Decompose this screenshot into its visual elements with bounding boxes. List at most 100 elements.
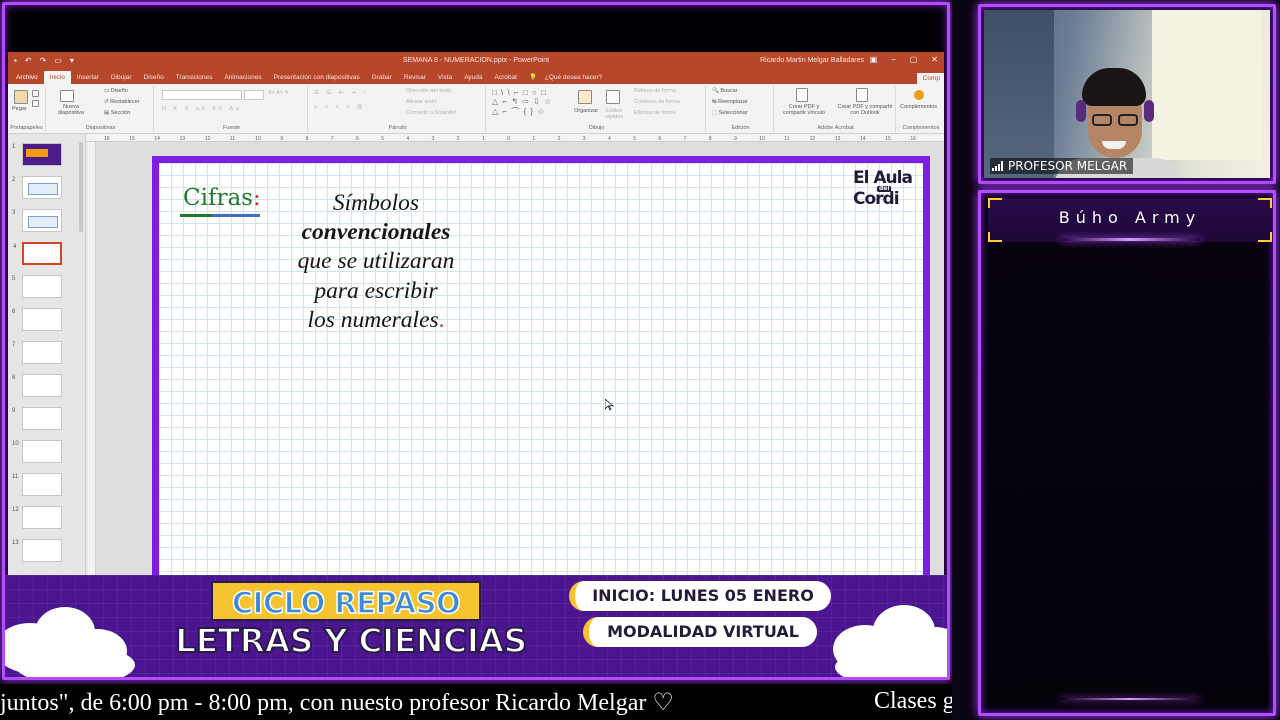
modalidad-pill: MODALIDAD VIRTUAL [583, 617, 817, 647]
reset-button[interactable]: ↺ Restablecer [104, 99, 140, 105]
slide-thumbnail[interactable]: 4 [13, 242, 62, 265]
restore-icon[interactable]: ▢ [910, 55, 918, 64]
shape-effects-button[interactable]: Efectos de forma [634, 110, 676, 116]
tab-diseno[interactable]: Diseño [138, 74, 170, 84]
quick-styles-label[interactable]: Estilos rápidos [602, 108, 626, 120]
tab-presentacion[interactable]: Presentación con diapositivas [268, 74, 366, 84]
pdf-outlook-icon[interactable] [856, 88, 868, 102]
slide-thumbnail[interactable]: 10 [12, 440, 62, 463]
body-line: para escribir [314, 277, 438, 304]
close-icon[interactable]: ✕ [931, 55, 938, 64]
webcam-name: PROFESOR MELGAR [1008, 159, 1128, 173]
slide-number: 1 [12, 144, 16, 150]
horizontal-ruler: 16 15 14 13 12 11 10 9 8 7 6 5 4 3 2 1 0 1 2 3 4 5 6 7 8 9 10 11 12 1… [86, 134, 944, 142]
pdf-outlook-label[interactable]: Crear PDF y compartir con Outlook [834, 104, 896, 116]
heading-text: Cifras [183, 185, 253, 211]
tab-insertar[interactable]: Insertar [71, 74, 105, 84]
new-slide-icon[interactable] [60, 90, 74, 102]
share-button[interactable]: Comp [916, 73, 944, 84]
slide-thumbnail[interactable]: 6 [12, 308, 62, 331]
background-wall [1152, 10, 1262, 160]
shape-fill-button[interactable]: Relleno de forma [634, 88, 676, 94]
paste-icon[interactable] [14, 90, 28, 104]
list-icons[interactable]: ☰ ☰ ⇤ ⇥ ↕ [314, 90, 369, 96]
aula-cordi-logo: El Aula del Cordi [851, 170, 917, 214]
find-button[interactable]: 🔍 Buscar [712, 88, 738, 94]
slide-number: 9 [12, 408, 16, 414]
slide-thumbnail[interactable]: 3 [12, 209, 62, 232]
arrange-label[interactable]: Organizar [574, 108, 598, 114]
select-button[interactable]: ⬚ Seleccionar [712, 110, 747, 116]
tab-dibujar[interactable]: Dibujar [105, 74, 138, 84]
thumbnails-scrollbar[interactable] [79, 142, 83, 232]
slide-thumbnail[interactable]: 1 [12, 143, 62, 166]
font-grow-icon[interactable]: A˄ A˅ ✎ [268, 90, 289, 96]
group-label: Complementos [902, 125, 940, 131]
minimize-icon[interactable]: – [891, 55, 895, 64]
copy-icon[interactable] [32, 100, 39, 107]
smartart-button[interactable]: Convertir a SmartArt [406, 110, 456, 116]
text-direction-button[interactable]: Dirección del texto [406, 88, 451, 94]
tab-transiciones[interactable]: Transiciones [170, 74, 219, 84]
ribbon: Pegar Portapapeles Nueva diapositiva ▭ D… [8, 84, 944, 134]
cut-icon[interactable] [32, 90, 39, 97]
body-line: Símbolos [332, 190, 420, 216]
slide-thumbnail[interactable]: 11 [12, 473, 62, 496]
slide-thumbnail[interactable]: 12 [12, 506, 62, 529]
slide-thumbnail[interactable]: 2 [12, 176, 62, 199]
section-label: Sección [110, 110, 131, 116]
group-label: Diapositivas [85, 125, 116, 131]
slide-thumbnail[interactable]: 13 [12, 539, 62, 562]
shape-outline-button[interactable]: Contorno de forma [634, 99, 680, 105]
ribbon-options-icon[interactable]: ▣ [870, 55, 878, 64]
user-name[interactable]: Ricardo Martin Melgar Balladares [760, 57, 864, 64]
arrange-icon[interactable] [578, 90, 592, 104]
tab-revisar[interactable]: Revisar [398, 74, 432, 84]
group-label: Párrafo [388, 125, 407, 131]
group-edicion: 🔍 Buscar ↹ Reemplazar ⬚ Seleccionar Edic… [708, 86, 774, 132]
body-period: . [438, 306, 445, 333]
align-icons[interactable]: ≡ ≡ ≡ ≡ ▥ [314, 104, 365, 110]
font-size-field[interactable] [244, 90, 264, 100]
slide-thumbnail[interactable]: 5 [12, 275, 62, 298]
glasses [1090, 114, 1140, 128]
font-name-field[interactable] [162, 90, 242, 100]
ribbon-tabs: Archivo Inicio Insertar Dibujar Diseño T… [8, 70, 944, 84]
addins-icon[interactable] [914, 90, 924, 100]
pdf-link-icon[interactable] [796, 88, 808, 102]
pdf-link-label[interactable]: Crear PDF y compartir vínculo [778, 104, 830, 116]
section-button[interactable]: ▤ Sección [104, 110, 130, 116]
tab-acrobat[interactable]: Acrobat [489, 74, 523, 84]
tell-me-box[interactable]: 💡 ¿Qué desea hacer? [523, 73, 614, 84]
tab-archivo[interactable]: Archivo [10, 74, 44, 84]
tab-inicio[interactable]: Inicio [43, 71, 71, 84]
slide-thumbnail[interactable]: 9 [12, 407, 62, 430]
headset-icon [1076, 100, 1086, 122]
layout-button[interactable]: ▭ Diseño [104, 88, 128, 94]
new-slide-label[interactable]: Nueva diapositiva [52, 104, 90, 116]
replace-button[interactable]: ↹ Reemplazar [712, 99, 748, 105]
slide-thumbnail[interactable]: 7 [12, 341, 62, 364]
slide-number: 10 [12, 441, 19, 447]
align-text-button[interactable]: Alinear texto [406, 99, 437, 105]
current-slide[interactable]: Cifras: Símbolos convencionales que se u… [152, 156, 930, 576]
tab-vista[interactable]: Vista [432, 74, 458, 84]
group-portapapeles: Pegar Portapapeles [8, 86, 46, 132]
background-door [984, 10, 1054, 178]
tab-grabar[interactable]: Grabar [366, 74, 398, 84]
tab-ayuda[interactable]: Ayuda [458, 74, 488, 84]
addins-label[interactable]: Complementos [900, 104, 937, 110]
corner-decoration [988, 198, 1002, 208]
chat-footer-glow [1060, 698, 1200, 700]
group-label: Edición [731, 125, 750, 131]
font-format-icons[interactable]: N K S ab AV Aa [162, 106, 242, 112]
headset-icon [1144, 100, 1154, 122]
quick-styles-icon[interactable] [606, 90, 620, 104]
slide-thumbnail[interactable]: 8 [12, 374, 62, 397]
paste-label[interactable]: Pegar [12, 106, 27, 112]
shapes-gallery[interactable]: □ \ \ ⌐ □ ○ □ △ ⌐ ↰ ⇨ ⇩ ☆ △ ⌐ ⌒ { } ☆ [492, 88, 552, 117]
group-fuente: A˄ A˅ ✎ N K S ab AV Aa Fuente [156, 86, 308, 132]
tab-animaciones[interactable]: Animaciones [218, 74, 267, 84]
find-label: Buscar [720, 88, 738, 94]
inicio-pill: INICIO: LUNES 05 ENERO [569, 581, 831, 611]
